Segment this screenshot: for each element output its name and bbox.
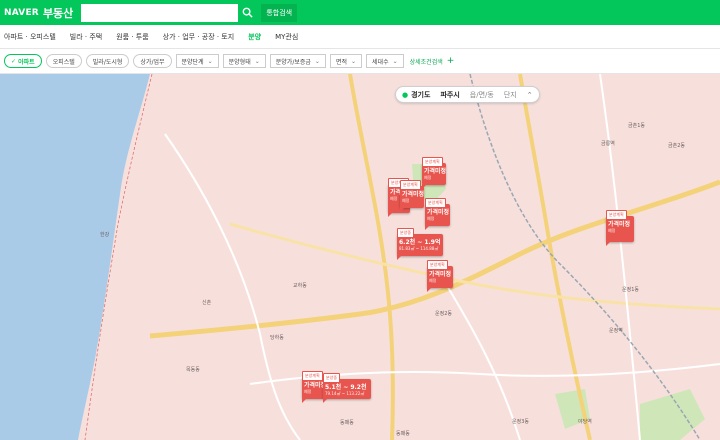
map-label: 신촌: [202, 300, 212, 306]
map-marker[interactable]: 분양중 5.1천 ~ 9.2천 79.14㎡ ~ 113.22㎡: [323, 373, 371, 403]
marker-sub: 예정: [608, 228, 616, 233]
chip-villa[interactable]: 빌라/도시형: [85, 54, 130, 68]
map-label: 운정3동: [512, 419, 529, 425]
map-marker[interactable]: 분양계획 가격미정 예정: [427, 260, 453, 292]
map-marker[interactable]: 분양계획 가격미정 예정: [400, 180, 424, 212]
marker-tail: [400, 207, 405, 212]
detail-search-link[interactable]: 상세조건검색: [410, 57, 443, 66]
check-icon: ✓: [11, 57, 17, 65]
map-label: 금촌2동: [668, 143, 685, 149]
main-road: [229, 222, 720, 311]
map-label: 동패동: [340, 420, 354, 426]
map-label: 한강: [100, 232, 110, 238]
tab-oneroom[interactable]: 원룸 · 투룸: [116, 32, 148, 42]
marker-sub: 예정: [402, 198, 410, 203]
marker-status: 분양계획: [427, 260, 448, 270]
map-marker[interactable]: 분양계획 가격미정 예정: [422, 157, 446, 189]
search-input[interactable]: [81, 3, 239, 22]
marker-tail: [388, 212, 393, 217]
map-label: 운정역: [609, 328, 623, 334]
location-district[interactable]: 읍/면/동: [470, 90, 494, 100]
marker-tail: [427, 287, 432, 292]
marker-status: 분양계획: [425, 198, 446, 208]
chevron-up-icon[interactable]: ⌃: [527, 91, 533, 99]
marker-sub: 81.83㎡ ~ 114.88㎡: [399, 246, 439, 251]
chip-apartment[interactable]: ✓ 아파트: [4, 54, 42, 68]
chevron-down-icon: ⌄: [351, 57, 357, 65]
tab-commercial[interactable]: 상가 · 업무 · 공장 · 토지: [163, 32, 235, 42]
map-label: 목동동: [186, 367, 200, 373]
main-nav: 아파트 · 오피스텔 빌라 · 주택 원룸 · 투룸 상가 · 업무 · 공장 …: [0, 25, 720, 49]
marker-status: 분양계획: [606, 210, 627, 220]
filter-bar: ✓ 아파트 오피스텔 빌라/도시형 상가/업무 분양단계 ⌄ 분양형태 ⌄ 분양가/…: [0, 49, 720, 74]
dropdown-area[interactable]: 면적 ⌄: [329, 54, 363, 68]
marker-status: 분양중: [323, 373, 341, 383]
location-complex[interactable]: 단지: [504, 90, 517, 100]
naver-logo[interactable]: NAVER: [4, 8, 39, 18]
tab-my[interactable]: MY관심: [275, 32, 298, 42]
service-title[interactable]: 부동산: [43, 5, 73, 21]
pin-icon: ●: [402, 90, 409, 99]
dropdown-stage[interactable]: 분양단계 ⌄: [175, 54, 219, 68]
chevron-down-icon: ⌄: [392, 57, 398, 65]
chevron-down-icon: ⌄: [207, 57, 213, 65]
chevron-down-icon: ⌄: [254, 57, 260, 65]
map-label: 금릉역: [601, 141, 615, 147]
location-province[interactable]: 경기도: [411, 90, 430, 100]
chip-commercial[interactable]: 상가/업무: [133, 54, 172, 68]
chip-label: 아파트: [18, 58, 35, 66]
location-selector[interactable]: ● 경기도 파주시 읍/면/동 단지 ⌃: [395, 86, 540, 103]
top-bar: NAVER 부동산 통합검색: [0, 0, 720, 25]
dropdown-label: 세대수: [372, 58, 389, 66]
marker-tail: [425, 225, 430, 230]
plus-icon[interactable]: +: [447, 56, 455, 66]
map-label: 야당역: [578, 419, 592, 425]
marker-sub: 예정: [424, 175, 432, 180]
minor-road: [439, 273, 521, 440]
marker-tail: [302, 398, 307, 403]
tab-villa[interactable]: 빌라 · 주택: [70, 32, 102, 42]
rail-line: [469, 74, 701, 440]
map-label: 당하동: [270, 335, 284, 341]
dropdown-type[interactable]: 분양형태 ⌄: [222, 54, 266, 68]
integrated-search-button[interactable]: 통합검색: [261, 3, 298, 22]
dropdown-label: 분양가/보증금: [275, 58, 311, 66]
marker-status: 분양계획: [422, 157, 443, 167]
map-label: 운정1동: [622, 287, 639, 293]
map-label: 금촌1동: [628, 123, 645, 129]
dropdown-label: 면적: [335, 58, 347, 66]
marker-sub: 예정: [427, 216, 435, 221]
dropdown-price[interactable]: 분양가/보증금 ⌄: [269, 54, 326, 68]
chip-officetel[interactable]: 오피스텔: [45, 54, 82, 68]
map-marker[interactable]: 분양계획 가격미정 예정: [606, 210, 634, 246]
marker-sub: 79.14㎡ ~ 113.22㎡: [325, 391, 365, 396]
map-label: 운정2동: [435, 311, 452, 317]
marker-tail: [397, 255, 402, 260]
map-marker[interactable]: 분양중 6.2천 ~ 1.9억 81.83㎡ ~ 114.88㎡: [397, 228, 443, 260]
map-label: 교하동: [293, 283, 307, 289]
marker-tail: [606, 241, 611, 246]
tab-apartment[interactable]: 아파트 · 오피스텔: [4, 32, 56, 42]
marker-status: 분양계획: [302, 371, 323, 381]
marker-status: 분양중: [397, 228, 415, 238]
chevron-down-icon: ⌄: [314, 57, 320, 65]
minor-road: [164, 133, 301, 440]
map-label: 동패동: [396, 431, 410, 437]
main-road: [518, 74, 592, 440]
dropdown-label: 분양단계: [181, 58, 204, 66]
river: [0, 74, 150, 440]
dropdown-label: 분양형태: [228, 58, 251, 66]
map-view[interactable]: ● 경기도 파주시 읍/면/동 단지 ⌃ 분양계획 가격미정 예정 분양계획 가…: [0, 74, 720, 440]
search-icon: [242, 7, 253, 18]
marker-sub: 예정: [429, 278, 437, 283]
location-city[interactable]: 파주시: [440, 90, 459, 100]
search-button[interactable]: [238, 4, 256, 22]
marker-status: 분양계획: [400, 180, 421, 190]
map-marker[interactable]: 분양계획 가격미정 예정: [425, 198, 450, 230]
marker-tail: [323, 398, 328, 403]
dropdown-households[interactable]: 세대수 ⌄: [366, 54, 404, 68]
tab-presale[interactable]: 분양: [248, 32, 261, 42]
